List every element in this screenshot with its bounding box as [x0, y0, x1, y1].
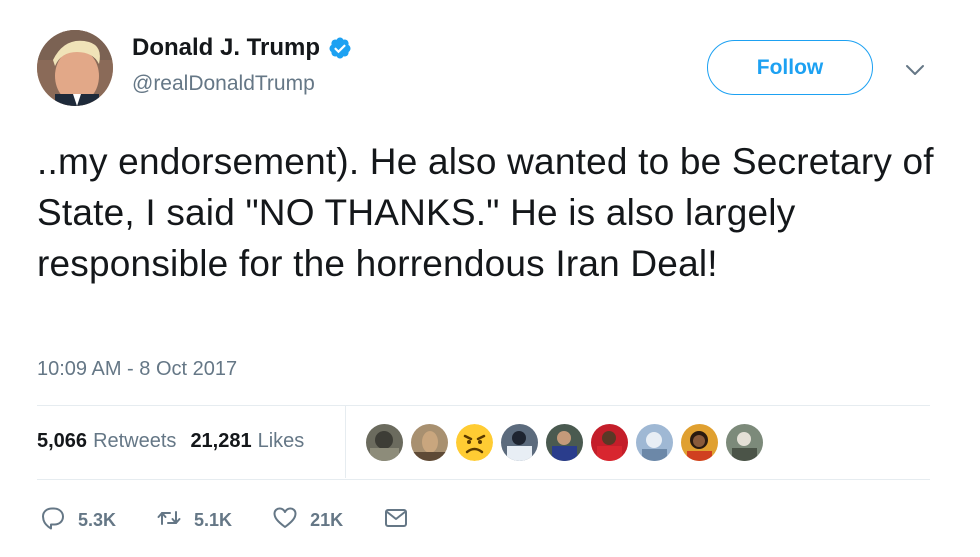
tweet-actions: 5.3K 5.1K 21K: [40, 505, 449, 536]
like-action[interactable]: 21K: [272, 505, 343, 536]
retweet-count: 5.1K: [194, 510, 233, 530]
chevron-down-icon[interactable]: [903, 60, 927, 80]
angry-face-avatar[interactable]: [456, 424, 493, 461]
author-avatar[interactable]: [37, 30, 113, 106]
retweet-icon[interactable]: [156, 505, 182, 536]
author-handle[interactable]: @realDonaldTrump: [132, 72, 315, 96]
reply-action[interactable]: 5.3K: [40, 505, 116, 536]
reply-icon[interactable]: [40, 505, 66, 536]
stats-divider: [345, 406, 346, 478]
tweet-timestamp[interactable]: 10:09 AM - 8 Oct 2017: [37, 358, 237, 381]
divider-top: [37, 405, 930, 406]
liker-avatar[interactable]: [501, 424, 538, 461]
likes-count: 21,281: [190, 430, 252, 452]
liker-avatar[interactable]: [681, 424, 718, 461]
heart-icon[interactable]: [272, 505, 298, 536]
liker-avatar[interactable]: [366, 424, 403, 461]
verified-badge-icon: [328, 36, 352, 60]
like-count: 21K: [310, 510, 344, 530]
tweet-stats: 5,066 Retweets 21,281 Likes: [37, 430, 304, 453]
likes-label: Likes: [257, 430, 305, 452]
likes-stat[interactable]: 21,281 Likes: [190, 430, 304, 453]
follow-button[interactable]: Follow: [707, 40, 873, 95]
retweets-count: 5,066: [37, 430, 88, 452]
direct-message-action[interactable]: [383, 505, 409, 536]
likers-avatars: [366, 424, 763, 461]
reply-count: 5.3K: [78, 510, 117, 530]
liker-avatar[interactable]: [411, 424, 448, 461]
retweets-label: Retweets: [93, 430, 177, 452]
divider-bottom: [37, 479, 930, 480]
retweet-action[interactable]: 5.1K: [156, 505, 232, 536]
liker-avatar[interactable]: [726, 424, 763, 461]
envelope-icon[interactable]: [383, 505, 409, 536]
liker-avatar[interactable]: [591, 424, 628, 461]
retweets-stat[interactable]: 5,066 Retweets: [37, 430, 176, 453]
liker-avatar[interactable]: [546, 424, 583, 461]
author-name-text[interactable]: Donald J. Trump: [132, 34, 320, 62]
author-name[interactable]: Donald J. Trump: [132, 34, 352, 62]
tweet-text: ..my endorsement). He also wanted to be …: [37, 141, 934, 284]
liker-avatar[interactable]: [636, 424, 673, 461]
